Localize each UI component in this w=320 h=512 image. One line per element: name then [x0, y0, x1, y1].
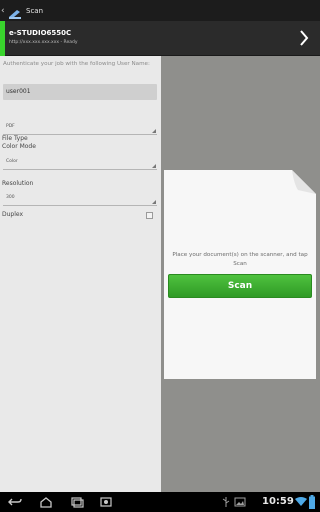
- scan-button[interactable]: Scan: [168, 274, 312, 298]
- system-navigation-bar: 10:59: [0, 492, 320, 512]
- scan-instruction: Place your document(s) on the scanner, a…: [172, 252, 308, 267]
- usb-icon: [222, 497, 230, 507]
- back-icon[interactable]: [6, 495, 24, 509]
- battery-icon: [309, 495, 315, 509]
- wifi-icon: [295, 497, 307, 506]
- username-field[interactable]: user001: [3, 84, 157, 100]
- resolution-value: 300: [6, 195, 15, 200]
- scan-settings-panel: Authenticate your job with the following…: [0, 56, 161, 492]
- color-mode-label: Color Mode: [2, 143, 36, 150]
- file-type-label: File Type: [2, 135, 28, 142]
- resolution-label: Resolution: [2, 180, 34, 187]
- app-title: Scan: [26, 6, 44, 15]
- duplex-label: Duplex: [2, 211, 24, 218]
- file-type-value: PDF: [6, 124, 15, 129]
- username-value: user001: [6, 88, 31, 95]
- file-type-spinner[interactable]: PDF: [3, 122, 157, 135]
- image-icon: [234, 497, 246, 507]
- dropdown-arrow-icon: [152, 129, 156, 133]
- page-fold-icon: [292, 170, 316, 194]
- scanner-app-icon[interactable]: [8, 5, 22, 19]
- resolution-spinner[interactable]: 300: [3, 193, 157, 206]
- action-bar: ‹ Scan: [0, 0, 320, 21]
- status-clock: 10:59: [262, 496, 294, 507]
- recent-apps-icon[interactable]: [68, 495, 86, 509]
- chevron-right-icon[interactable]: [298, 28, 310, 48]
- device-selector[interactable]: e-STUDIO6550C http://xxx.xxx.xxx.xxx - R…: [0, 21, 320, 56]
- home-icon[interactable]: [37, 495, 55, 509]
- document-preview: Place your document(s) on the scanner, a…: [164, 170, 316, 379]
- device-status: http://xxx.xxx.xxx.xxx - Ready: [9, 40, 78, 45]
- dropdown-arrow-icon: [152, 200, 156, 204]
- dropdown-arrow-icon: [152, 164, 156, 168]
- color-mode-spinner[interactable]: Color: [3, 157, 157, 170]
- auth-prompt: Authenticate your job with the following…: [3, 61, 150, 67]
- screenshot-icon[interactable]: [97, 495, 115, 509]
- back-chevron-icon[interactable]: ‹: [1, 6, 7, 16]
- device-status-indicator: [0, 21, 5, 56]
- duplex-checkbox[interactable]: [146, 212, 153, 219]
- device-name: e-STUDIO6550C: [9, 29, 72, 37]
- color-mode-value: Color: [6, 159, 18, 164]
